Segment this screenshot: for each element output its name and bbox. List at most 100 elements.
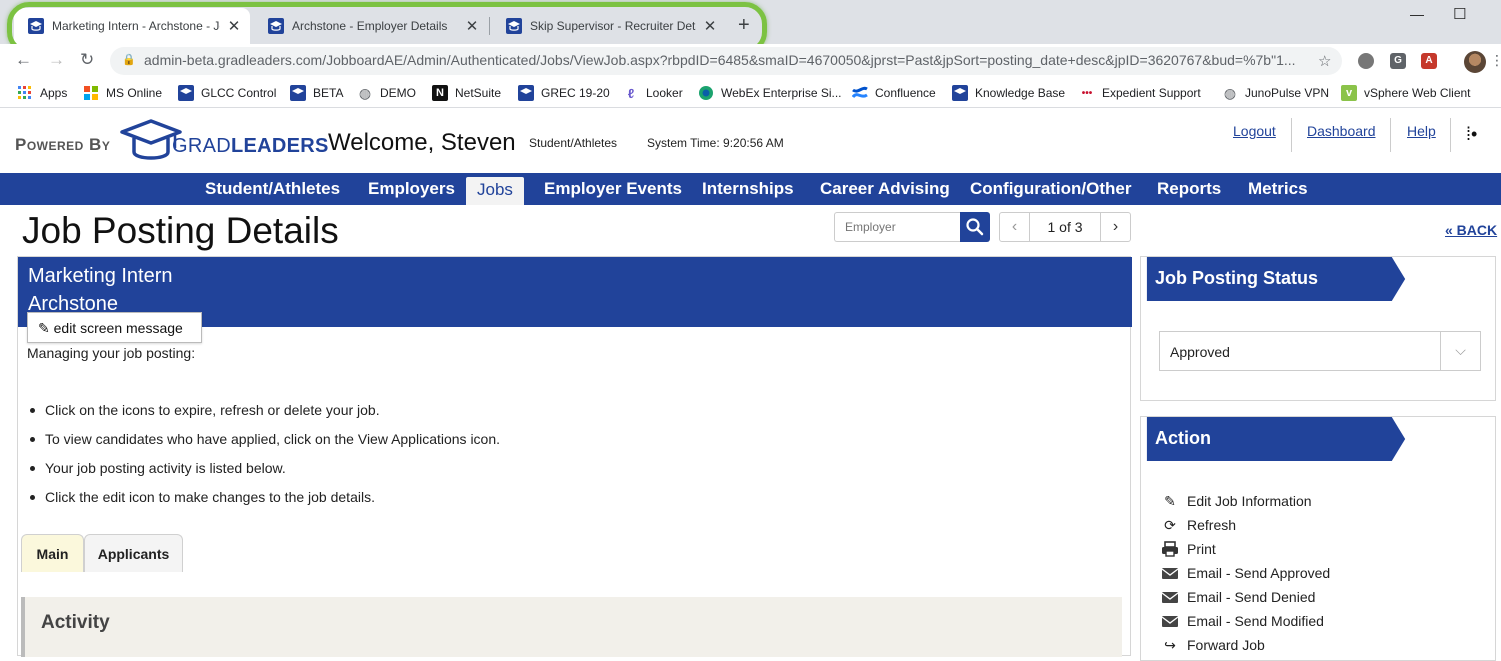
close-tab-icon[interactable]: ✕ — [702, 17, 718, 35]
gradleaders-favicon-icon — [506, 18, 522, 34]
bookmark-label: Apps — [40, 86, 68, 100]
status-select[interactable]: Approved ⌵ — [1159, 331, 1481, 371]
nav-employer-events[interactable]: Employer Events — [533, 173, 693, 205]
reload-icon[interactable]: ↻ — [80, 50, 94, 70]
bookmark-label: Knowledge Base — [975, 86, 1066, 100]
pdf-extension-icon[interactable]: A — [1421, 53, 1437, 69]
powered-by-label: Powered By — [15, 135, 111, 154]
nav-configuration-other[interactable]: Configuration/Other — [959, 173, 1142, 205]
envelope-icon — [1161, 616, 1179, 627]
browser-tab-strip: Marketing Intern - Archstone - Jo ✕ Arch… — [0, 0, 1501, 44]
maximize-window-button[interactable]: ☐ — [1453, 5, 1466, 23]
bookmark-netsuite[interactable]: N NetSuite — [432, 85, 501, 101]
nav-employers[interactable]: Employers — [357, 173, 466, 205]
edit-screen-message-button[interactable]: ✎ edit screen message — [27, 312, 202, 343]
search-icon — [966, 218, 984, 236]
tab-title: Skip Supervisor - Recruiter Detail — [530, 19, 696, 33]
tab-title: Marketing Intern - Archstone - Jo — [52, 19, 220, 33]
page-title: Job Posting Details — [22, 210, 339, 251]
screen-message-item: Your job posting activity is listed belo… — [29, 460, 500, 489]
action-email-denied[interactable]: Email - Send Denied — [1161, 588, 1315, 606]
action-print[interactable]: Print — [1161, 540, 1216, 558]
bookmark-label: Looker — [646, 86, 683, 100]
header-divider — [1450, 118, 1451, 152]
tab-main[interactable]: Main — [21, 534, 84, 572]
bookmark-junopulse[interactable]: ◍ JunoPulse VPN — [1222, 85, 1329, 101]
help-link[interactable]: Help — [1407, 123, 1436, 139]
back-link[interactable]: « BACK — [1445, 222, 1497, 238]
bookmark-star-icon[interactable]: ☆ — [1318, 52, 1331, 70]
action-refresh[interactable]: ⟳ Refresh — [1161, 516, 1236, 534]
minimize-window-button[interactable]: — — [1410, 6, 1424, 22]
bookmark-webex[interactable]: WebEx Enterprise Si... — [698, 85, 842, 101]
action-email-approved[interactable]: Email - Send Approved — [1161, 564, 1330, 582]
pencil-icon: ✎ — [1164, 492, 1176, 509]
address-bar[interactable]: 🔒 admin-beta.gradleaders.com/JobboardAE/… — [110, 47, 1342, 75]
previous-record-button[interactable]: ‹ — [1000, 213, 1030, 241]
nav-internships[interactable]: Internships — [691, 173, 805, 205]
header-divider — [1291, 118, 1292, 152]
chevron-down-icon[interactable]: ⌵ — [1440, 332, 1480, 370]
nav-jobs[interactable]: Jobs — [466, 177, 524, 205]
bookmark-confluence[interactable]: Confluence — [852, 85, 936, 101]
globe-icon: ◍ — [358, 84, 372, 101]
close-tab-icon[interactable]: ✕ — [226, 17, 242, 35]
tab-title: Archstone - Employer Details — [292, 19, 448, 33]
employer-search-button[interactable] — [960, 212, 990, 242]
close-tab-icon[interactable]: ✕ — [464, 17, 480, 35]
action-forward-job[interactable]: ↪ Forward Job — [1161, 636, 1265, 654]
profile-avatar[interactable] — [1464, 51, 1486, 73]
browser-tab-employer[interactable]: Archstone - Employer Details ✕ — [254, 8, 488, 44]
browser-tab-job[interactable]: Marketing Intern - Archstone - Jo ✕ — [14, 8, 250, 44]
printer-icon — [1162, 541, 1178, 557]
action-label: Refresh — [1187, 517, 1237, 533]
nav-metrics[interactable]: Metrics — [1237, 173, 1319, 205]
screen-message-item: Click the edit icon to make changes to t… — [29, 489, 500, 518]
app-header: Powered By GRADLEADERS Welcome, Steven S… — [0, 108, 1501, 173]
forward-arrow-icon[interactable]: → — [48, 50, 65, 70]
action-edit-job[interactable]: ✎ Edit Job Information — [1161, 492, 1311, 510]
gradleaders-favicon-icon — [28, 18, 44, 34]
gradleaders-favicon-icon — [268, 18, 284, 34]
system-time: System Time: 9:20:56 AM — [647, 136, 784, 150]
screen-message-item: To view candidates who have applied, cli… — [29, 431, 500, 460]
nav-student-athletes[interactable]: Student/Athletes — [194, 173, 351, 205]
tab-applicants[interactable]: Applicants — [84, 534, 183, 572]
logout-link[interactable]: Logout — [1233, 123, 1276, 139]
gradleaders-icon — [290, 85, 306, 101]
refresh-icon: ⟳ — [1164, 516, 1176, 533]
extension-g-icon[interactable]: G — [1390, 53, 1406, 69]
browser-tab-recruiter[interactable]: Skip Supervisor - Recruiter Detail ✕ — [492, 8, 726, 44]
nav-career-advising[interactable]: Career Advising — [809, 173, 961, 205]
user-menu-icon[interactable]: ⁞• — [1466, 124, 1477, 145]
dashboard-link[interactable]: Dashboard — [1307, 123, 1376, 139]
pager-label: 1 of 3 — [1047, 219, 1083, 235]
vsphere-icon: v — [1341, 85, 1357, 101]
screen-message-item: Click on the icons to expire, refresh or… — [29, 402, 500, 431]
extension-circle-icon[interactable] — [1358, 53, 1374, 69]
job-title: Marketing Intern — [28, 265, 173, 287]
bookmark-glcc-control[interactable]: GLCC Control — [178, 85, 276, 101]
bookmark-expedient[interactable]: ••• Expedient Support — [1079, 85, 1201, 101]
bookmark-beta[interactable]: BETA — [290, 85, 343, 101]
new-tab-button[interactable]: + — [738, 14, 750, 37]
browser-menu-icon[interactable]: ⋮ — [1490, 52, 1501, 69]
bookmark-grec[interactable]: GREC 19-20 — [518, 85, 610, 101]
gradleaders-icon — [178, 85, 194, 101]
employer-search-input[interactable] — [834, 212, 960, 242]
bookmarks-bar: Apps MS Online GLCC Control BETA ◍ DEMO … — [0, 78, 1501, 108]
edit-screen-message-label: edit screen message — [53, 320, 183, 336]
netsuite-icon: N — [432, 85, 448, 101]
next-record-button[interactable]: › — [1100, 213, 1130, 241]
action-label: Email - Send Modified — [1187, 613, 1324, 629]
nav-reports[interactable]: Reports — [1146, 173, 1232, 205]
bookmark-looker[interactable]: ℓ Looker — [623, 85, 683, 101]
bookmark-vsphere[interactable]: v vSphere Web Client — [1341, 85, 1471, 101]
bookmark-demo[interactable]: ◍ DEMO — [357, 85, 416, 101]
bookmark-label: NetSuite — [455, 86, 502, 100]
back-arrow-icon[interactable]: ← — [15, 50, 32, 70]
action-email-modified[interactable]: Email - Send Modified — [1161, 612, 1324, 630]
bookmark-apps[interactable]: Apps — [17, 85, 67, 101]
bookmark-knowledge-base[interactable]: Knowledge Base — [952, 85, 1065, 101]
bookmark-ms-online[interactable]: MS Online — [83, 85, 162, 101]
